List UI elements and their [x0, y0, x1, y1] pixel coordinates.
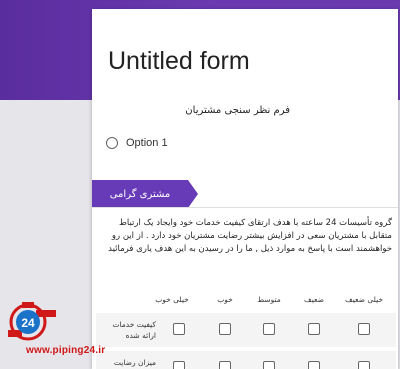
grid-checkbox[interactable] [308, 361, 320, 369]
piping-logo-icon: 24 [8, 302, 56, 341]
grid-checkbox[interactable] [358, 361, 370, 369]
column-label: ضعیف [303, 295, 325, 304]
column-label: خیلی ضعیف [344, 295, 384, 304]
section-description: گروه تأسیسات 24 ساعته با هدف ارتقای کیفی… [108, 218, 392, 254]
grid-row: میزان رضایت شما [96, 351, 396, 369]
form-title[interactable]: Untitled form [108, 47, 250, 76]
form-description[interactable]: فرم نظر سنجی مشتریان [185, 105, 290, 116]
grid-row-label: کیفیت خدمات ارائه شده [112, 320, 156, 340]
grid-checkbox[interactable] [308, 323, 320, 335]
grid-row: کیفیت خدمات ارائه شده [96, 313, 396, 347]
option-label: Option 1 [126, 137, 168, 149]
grid-checkbox[interactable] [219, 361, 231, 369]
grid-header: خیلی خوب خوب متوسط ضعیف خیلی ضعیف [92, 295, 398, 309]
grid-checkbox[interactable] [219, 323, 231, 335]
watermark-logo: 24 [6, 300, 58, 350]
radio-circle-icon[interactable] [106, 137, 118, 149]
logo-text: 24 [21, 316, 35, 330]
column-label: خوب [217, 295, 233, 304]
grid-checkbox[interactable] [173, 323, 185, 335]
grid-checkbox[interactable] [263, 361, 275, 369]
section-divider [92, 207, 398, 208]
form-card: Untitled form فرم نظر سنجی مشتریان Optio… [92, 9, 398, 369]
section-banner: مشتری گرامی [92, 180, 198, 208]
column-label: خیلی خوب [155, 295, 189, 304]
grid-checkbox[interactable] [263, 323, 275, 335]
grid-checkbox[interactable] [173, 361, 185, 369]
column-label: متوسط [257, 295, 281, 304]
watermark-url: www.piping24.ir [26, 345, 106, 356]
option-row[interactable]: Option 1 [106, 137, 168, 149]
grid-checkbox[interactable] [358, 323, 370, 335]
grid-row-label: میزان رضایت شما [113, 358, 156, 367]
